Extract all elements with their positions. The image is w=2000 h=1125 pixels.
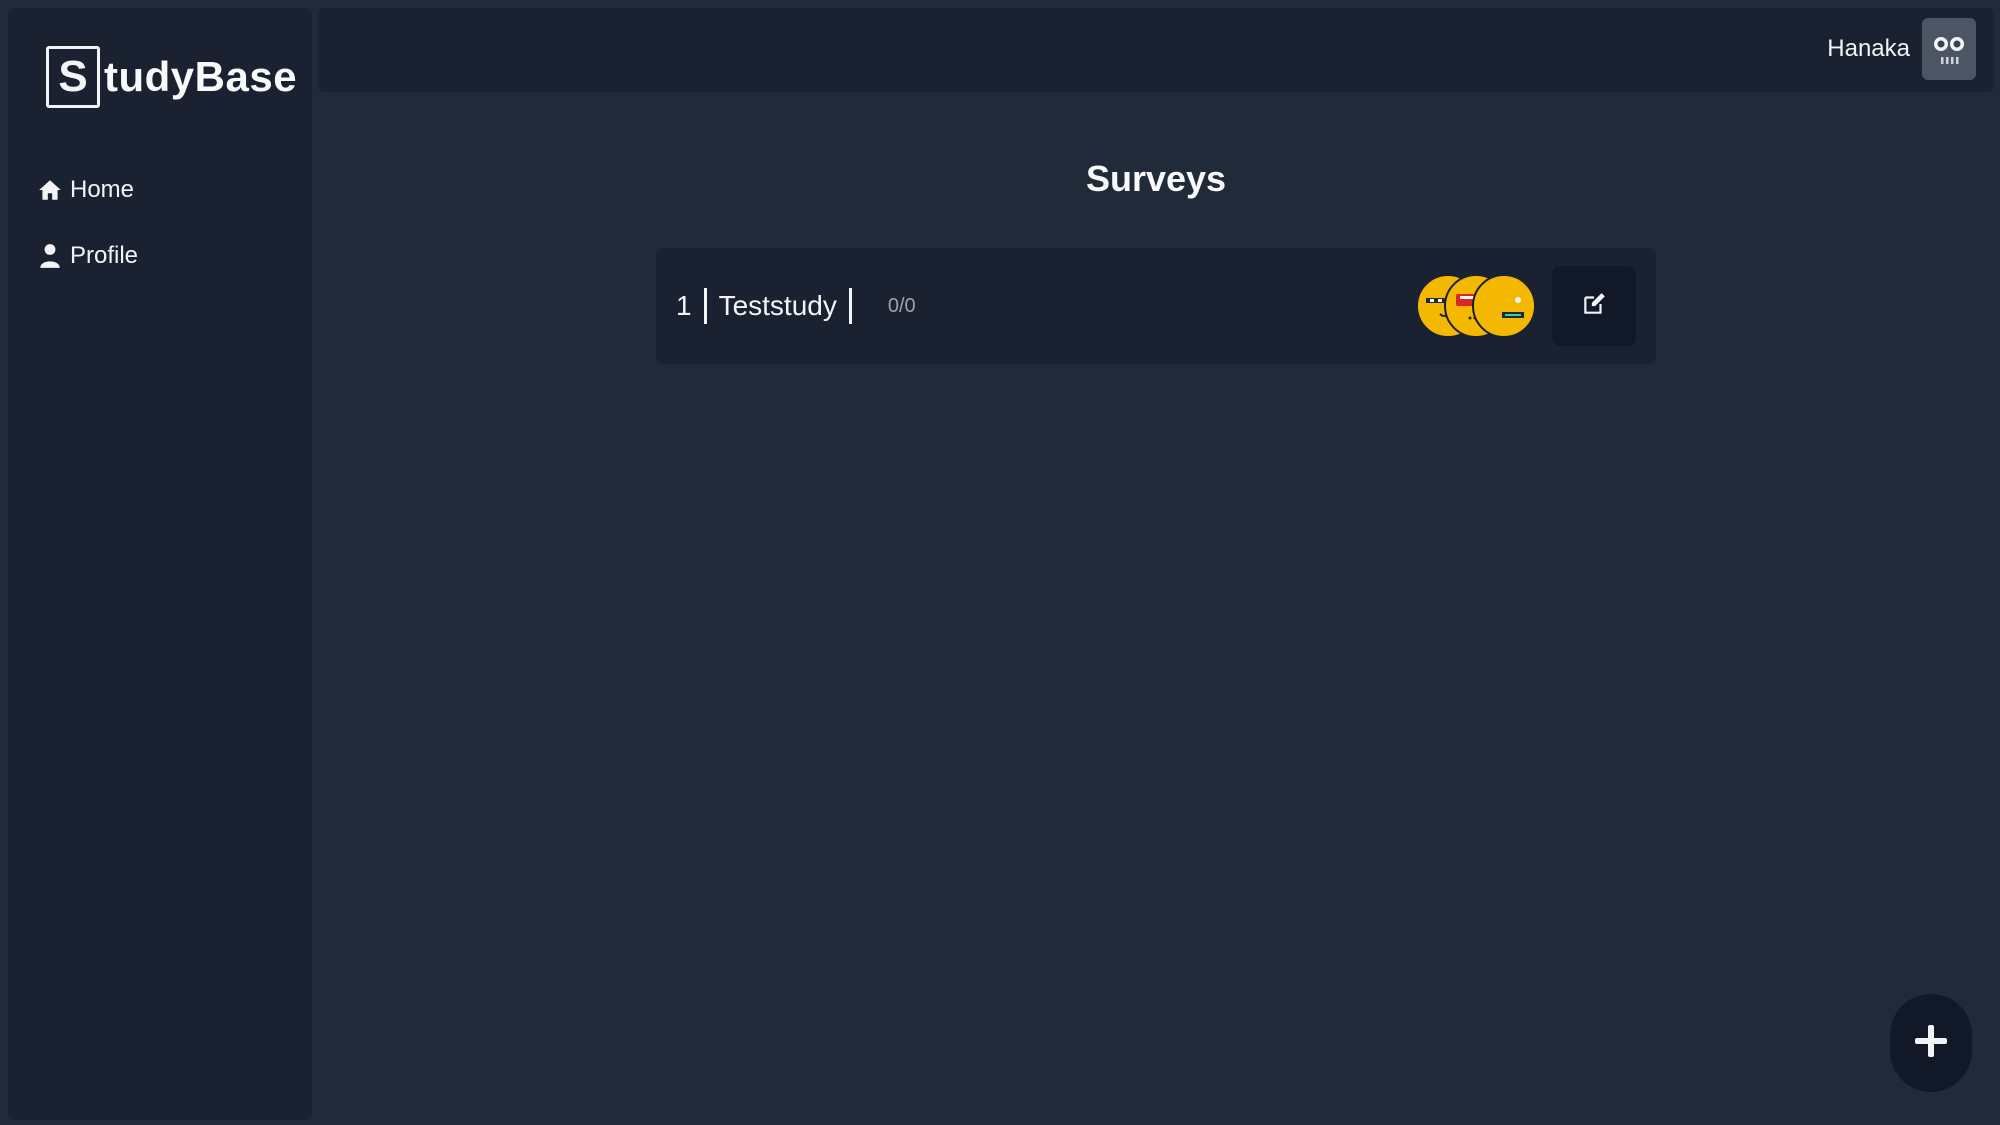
- survey-card[interactable]: 1 Teststudy 0/0: [656, 248, 1656, 364]
- home-icon: [36, 176, 64, 204]
- page-title: Surveys: [1085, 158, 1227, 199]
- separator: [848, 288, 852, 324]
- logo-letter-box: S: [46, 46, 100, 108]
- survey-number: 1: [676, 290, 692, 321]
- sidebar-item-profile[interactable]: Profile: [36, 234, 138, 278]
- survey-name: Teststudy: [718, 290, 837, 321]
- participant-avatars: [1416, 274, 1536, 338]
- app-root: S tudyBase Home Profile Hanaka Surveys 1…: [0, 0, 2000, 1125]
- username: Hanaka: [1827, 35, 1910, 62]
- participant-avatar: [1472, 274, 1536, 338]
- sidebar-nav: Home Profile: [36, 168, 138, 300]
- survey-progress: 0/0: [887, 294, 916, 317]
- studybase-logo[interactable]: S tudyBase: [46, 46, 297, 108]
- user-icon: [36, 242, 64, 270]
- add-survey-button[interactable]: [1890, 994, 1972, 1092]
- sidebar-item-label: Profile: [70, 242, 139, 269]
- logo-text: tudyBase: [104, 53, 298, 100]
- separator: [703, 288, 707, 324]
- user-menu[interactable]: Hanaka: [1827, 18, 1976, 80]
- sidebar: S tudyBase Home Profile: [8, 8, 312, 1120]
- edit-survey-button[interactable]: [1552, 266, 1636, 346]
- top-bar: Hanaka: [318, 8, 1994, 92]
- robot-avatar-icon[interactable]: [1922, 18, 1976, 80]
- sidebar-item-label: Home: [70, 176, 135, 203]
- sidebar-item-home[interactable]: Home: [36, 168, 138, 212]
- plus-icon: [1912, 1022, 1950, 1065]
- edit-icon: [1581, 291, 1607, 322]
